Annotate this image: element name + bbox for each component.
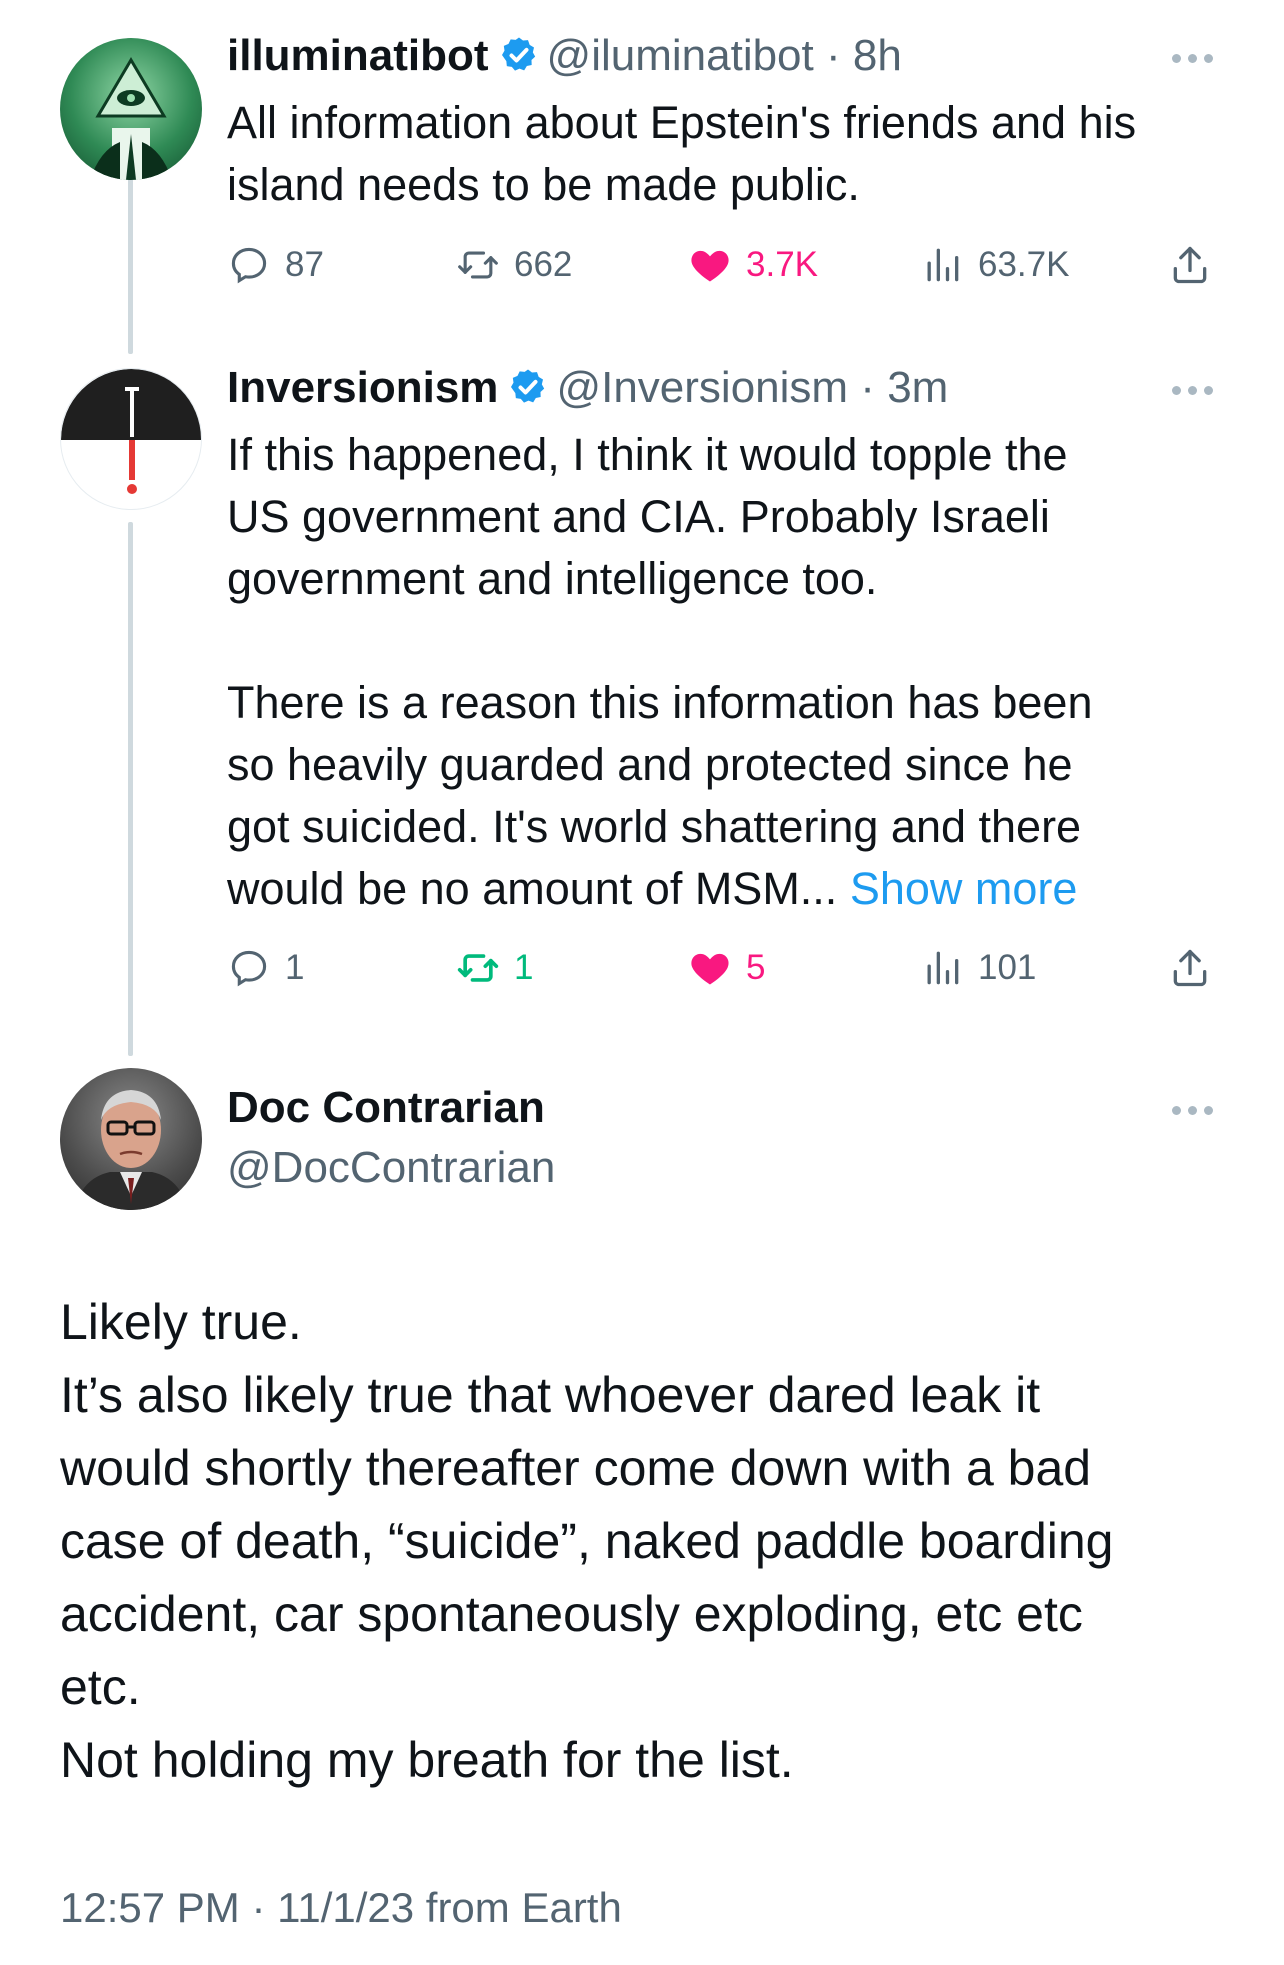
- thread-connector: [128, 178, 133, 354]
- verified-badge-icon: [511, 369, 545, 403]
- reply-count: 1: [285, 948, 305, 987]
- avatar[interactable]: [60, 38, 202, 180]
- display-name[interactable]: Inversionism: [227, 363, 498, 412]
- retweet-button[interactable]: 1: [456, 946, 533, 990]
- more-options-icon[interactable]: [1172, 51, 1222, 65]
- like-button[interactable]: 5: [688, 946, 765, 990]
- reply-icon: [231, 950, 267, 987]
- retweet-icon: [458, 251, 498, 279]
- text-line: There is a reason this information has b…: [227, 677, 1093, 728]
- like-icon: [691, 250, 729, 282]
- text-line: island needs to be made public.: [227, 159, 860, 210]
- share-icon: [1173, 246, 1207, 284]
- text-line: Not holding my breath for the list.: [60, 1732, 794, 1788]
- text-line: would shortly thereafter come down with …: [60, 1440, 1092, 1496]
- like-button[interactable]: 3.7K: [688, 243, 818, 287]
- tweet-text: If this happened, I think it would toppl…: [227, 424, 1227, 920]
- like-count: 3.7K: [746, 245, 818, 284]
- retweet-count: 1: [514, 948, 534, 987]
- views-button[interactable]: 63.7K: [920, 243, 1069, 287]
- views-icon: [927, 951, 959, 985]
- text-line: US government and CIA. Probably Israeli: [227, 491, 1050, 542]
- handle[interactable]: @Inversionism: [556, 363, 848, 412]
- tweet-time[interactable]: 8h: [853, 31, 902, 80]
- retweet-button[interactable]: 662: [456, 243, 572, 287]
- retweet-icon: [457, 954, 499, 982]
- more-options-icon[interactable]: [1172, 1103, 1222, 1117]
- separator-dot: ·: [813, 31, 853, 80]
- share-icon: [1173, 949, 1207, 987]
- tweet-timestamp[interactable]: 12:57 PM · 11/1/23 from Earth: [60, 1884, 622, 1932]
- avatar[interactable]: [60, 368, 202, 510]
- text-line: so heavily guarded and protected since h…: [227, 739, 1073, 790]
- reply-icon: [231, 247, 267, 284]
- text-line: accident, car spontaneously exploding, e…: [60, 1586, 1083, 1642]
- share-button[interactable]: [1168, 243, 1226, 287]
- text-line: If this happened, I think it would toppl…: [227, 429, 1068, 480]
- more-options-icon[interactable]: [1172, 383, 1222, 397]
- text-line: Likely true.: [60, 1294, 302, 1350]
- view-count: 101: [978, 948, 1037, 987]
- display-name[interactable]: Doc Contrarian: [227, 1083, 545, 1132]
- tweet-time[interactable]: 3m: [887, 363, 948, 412]
- thread-connector: [128, 522, 133, 1056]
- views-button[interactable]: 101: [920, 946, 1036, 990]
- tweet-text: All information about Epstein's friends …: [227, 92, 1227, 216]
- text-line-last: would be no amount of MSM... Show more: [227, 858, 1227, 920]
- handle[interactable]: @DocContrarian: [227, 1143, 555, 1192]
- text-line: etc.: [60, 1659, 141, 1715]
- tweet-header: Doc Contrarian: [227, 1082, 545, 1144]
- text-line: case of death, “suicide”, naked paddle b…: [60, 1513, 1114, 1569]
- like-count: 5: [746, 948, 766, 987]
- handle[interactable]: @iluminatibot: [547, 31, 814, 80]
- display-name[interactable]: illuminatibot: [227, 31, 489, 80]
- inverted-exclamation-logo-icon: [61, 369, 201, 494]
- separator-dot: ·: [848, 363, 888, 412]
- view-count: 63.7K: [978, 245, 1070, 284]
- text-line: would be no amount of MSM...: [227, 863, 838, 914]
- reply-button[interactable]: 87: [227, 243, 324, 287]
- text-line: got suicided. It's world shattering and …: [227, 801, 1082, 852]
- views-icon: [927, 248, 959, 282]
- text-line: All information about Epstein's friends …: [227, 97, 1137, 148]
- text-line: government and intelligence too.: [227, 553, 878, 604]
- elderly-man-portrait-icon: [74, 1090, 188, 1210]
- show-more-link[interactable]: Show more: [850, 863, 1078, 914]
- tweet-header: Inversionism @Inversionism · 3m: [227, 362, 948, 424]
- share-button[interactable]: [1168, 946, 1226, 990]
- reply-count: 87: [285, 245, 324, 284]
- retweet-count: 662: [514, 245, 573, 284]
- avatar[interactable]: [60, 1068, 202, 1210]
- reply-button[interactable]: 1: [227, 946, 304, 990]
- verified-badge-icon: [501, 37, 535, 71]
- tweet-header-handle: @DocContrarian: [227, 1142, 555, 1204]
- main-tweet-text: Likely true. It’s also likely true that …: [60, 1286, 1240, 1797]
- text-line: It’s also likely true that whoever dared…: [60, 1367, 1041, 1423]
- like-icon: [691, 953, 729, 985]
- tweet-header: illuminatibot @iluminatibot · 8h: [227, 30, 902, 92]
- eye-pyramid-icon: [90, 57, 172, 180]
